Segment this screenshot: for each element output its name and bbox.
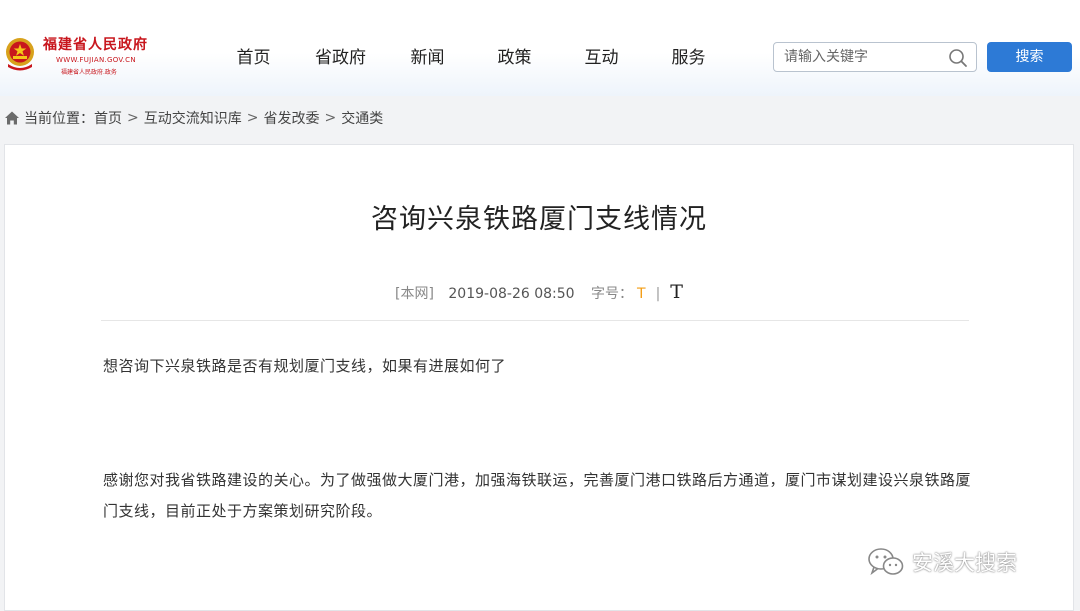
breadcrumb-item-transport[interactable]: 交通类 — [341, 108, 383, 128]
article-source: [本网] — [395, 286, 434, 302]
nav-item-home[interactable]: 首页 — [210, 44, 297, 72]
font-size-large-button[interactable]: T — [670, 281, 683, 303]
nav-item-news[interactable]: 新闻 — [384, 44, 471, 72]
search-button[interactable]: 搜索 — [987, 42, 1072, 72]
nav-item-interaction[interactable]: 互动 — [558, 44, 645, 72]
logo-title: 福建省人民政府 — [43, 37, 148, 53]
search-icon[interactable] — [948, 48, 968, 68]
wechat-icon — [868, 548, 904, 576]
breadcrumb-separator: > — [127, 110, 139, 126]
site-logo[interactable]: 福建省人民政府 WWW.FUJIAN.GOV.CN 福建省人民政府.政务 — [4, 28, 154, 80]
question-text: 想咨询下兴泉铁路是否有规划厦门支线，如果有进展如何了 — [103, 357, 507, 375]
search-input[interactable] — [784, 46, 934, 68]
national-emblem-icon — [6, 38, 34, 71]
breadcrumb-item-home[interactable]: 首页 — [94, 108, 122, 128]
wechat-watermark: 安溪大搜索 — [866, 544, 1017, 580]
nav-item-provincial-government[interactable]: 省政府 — [297, 44, 384, 72]
breadcrumb-item-knowledge-base[interactable]: 互动交流知识库 — [144, 108, 242, 128]
article-meta: [本网] 2019-08-26 08:50 字号： T | T — [5, 281, 1073, 303]
breadcrumb-separator: > — [246, 110, 259, 126]
answer-text: 感谢您对我省铁路建设的关心。为了做强做大厦门港，加强海铁联运，完善厦门港口铁路后… — [103, 471, 972, 520]
font-size-divider: | — [655, 286, 661, 302]
nav-item-policy[interactable]: 政策 — [471, 44, 558, 72]
breadcrumb: 当前位置： 首页 > 互动交流知识库 > 省发改委 > 交通类 — [4, 108, 383, 128]
meta-divider — [101, 320, 969, 321]
breadcrumb-item-development-commission[interactable]: 省发改委 — [263, 108, 319, 128]
home-icon — [5, 111, 19, 125]
font-size-small-button[interactable]: T — [637, 286, 646, 302]
article-date: 2019-08-26 08:50 — [448, 286, 575, 302]
logo-url: WWW.FUJIAN.GOV.CN — [56, 56, 136, 64]
font-size-label: 字号： — [591, 286, 634, 302]
watermark-text: 安溪大搜索 — [912, 551, 1017, 575]
breadcrumb-label: 当前位置： — [24, 111, 94, 127]
breadcrumb-separator: > — [324, 110, 337, 126]
main-nav: 首页 省政府 新闻 政策 互动 服务 — [210, 44, 732, 72]
nav-item-services[interactable]: 服务 — [645, 44, 732, 72]
top-header: 福建省人民政府 WWW.FUJIAN.GOV.CN 福建省人民政府.政务 首页 … — [0, 0, 1080, 96]
logo-subtitle: 福建省人民政府.政务 — [61, 69, 117, 76]
search-box — [773, 42, 977, 72]
article-title: 咨询兴泉铁路厦门支线情况 — [371, 204, 707, 235]
article-panel: 咨询兴泉铁路厦门支线情况 [本网] 2019-08-26 08:50 字号： T |… — [4, 144, 1074, 611]
